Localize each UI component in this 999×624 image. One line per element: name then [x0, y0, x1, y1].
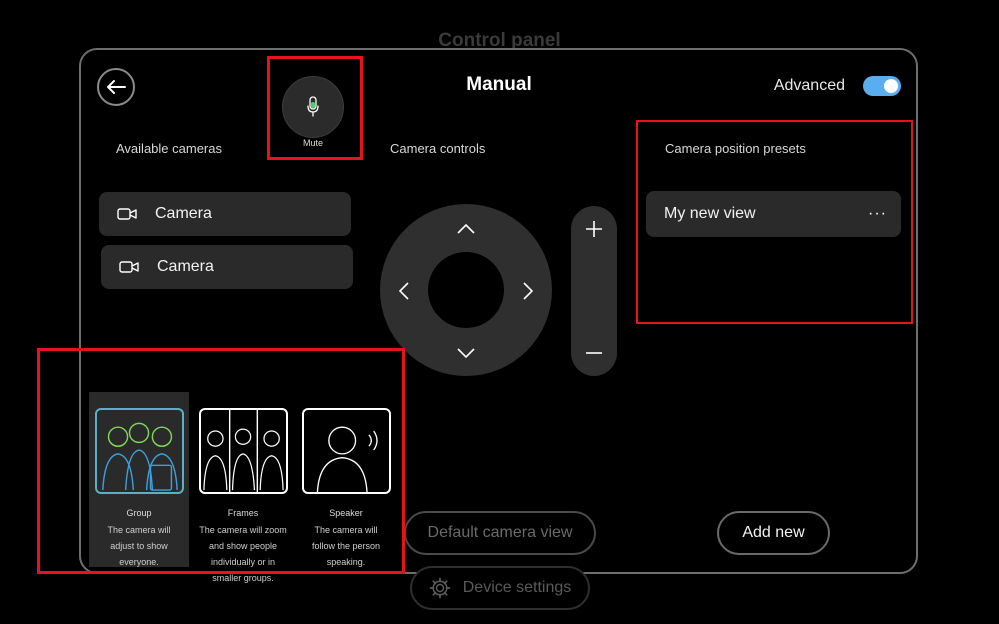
pan-right-button[interactable] — [513, 276, 543, 306]
tilt-down-button[interactable] — [451, 338, 481, 368]
more-options-icon[interactable]: ··· — [868, 205, 887, 223]
mode-card-frames[interactable]: Frames The camera will zoom and show peo… — [193, 392, 293, 583]
microphone-icon — [307, 96, 319, 117]
speaker-illustration-icon — [301, 408, 391, 494]
camera-label: Camera — [157, 258, 214, 275]
zoom-out-button[interactable] — [579, 338, 609, 368]
mode-name: Frames — [227, 508, 259, 518]
mute-label: Mute — [302, 138, 323, 148]
minus-icon — [586, 352, 602, 354]
preset-label: My new view — [664, 205, 756, 222]
mode-card-group[interactable]: Group The camera will adjust to show eve… — [89, 392, 189, 567]
camera-controls-heading: Camera controls — [390, 141, 486, 156]
back-button[interactable] — [97, 68, 135, 106]
default-camera-view-button[interactable]: Default camera view — [404, 511, 596, 555]
page-title: Manual — [466, 74, 532, 95]
mode-description: The camera will adjust to show everyone. — [107, 525, 171, 567]
chevron-down-icon — [457, 348, 475, 358]
pan-tilt-center — [428, 252, 504, 328]
group-illustration-icon — [94, 408, 184, 494]
chevron-left-icon — [399, 282, 409, 300]
mute-button[interactable] — [282, 76, 344, 138]
chevron-right-icon — [523, 282, 533, 300]
mode-card-speaker[interactable]: Speaker The camera will follow the perso… — [296, 392, 396, 567]
available-cameras-heading: Available cameras — [116, 141, 222, 156]
gear-icon — [429, 577, 451, 599]
mode-name: Speaker — [329, 508, 363, 518]
arrow-left-icon — [107, 80, 126, 94]
plus-icon — [586, 221, 602, 237]
chevron-up-icon — [457, 224, 475, 234]
video-camera-icon — [117, 208, 137, 220]
pan-left-button[interactable] — [389, 276, 419, 306]
advanced-toggle[interactable] — [863, 76, 901, 96]
frames-illustration-icon — [198, 408, 288, 494]
camera-item[interactable]: Camera — [101, 245, 353, 289]
zoom-in-button[interactable] — [579, 214, 609, 244]
preset-item[interactable]: My new view ··· — [646, 191, 901, 237]
toggle-knob — [884, 79, 898, 93]
camera-label: Camera — [155, 205, 212, 222]
video-camera-icon — [119, 261, 139, 273]
tilt-up-button[interactable] — [451, 214, 481, 244]
device-settings-label: Device settings — [462, 579, 572, 596]
advanced-label: Advanced — [773, 77, 845, 94]
camera-item[interactable]: Camera — [99, 192, 351, 236]
mode-name: Group — [126, 508, 152, 518]
device-settings-button[interactable]: Device settings — [410, 566, 590, 610]
add-new-button[interactable]: Add new — [717, 511, 830, 555]
mode-description: The camera will zoom and show people ind… — [199, 525, 287, 583]
mode-description: The camera will follow the person speaki… — [311, 525, 381, 567]
